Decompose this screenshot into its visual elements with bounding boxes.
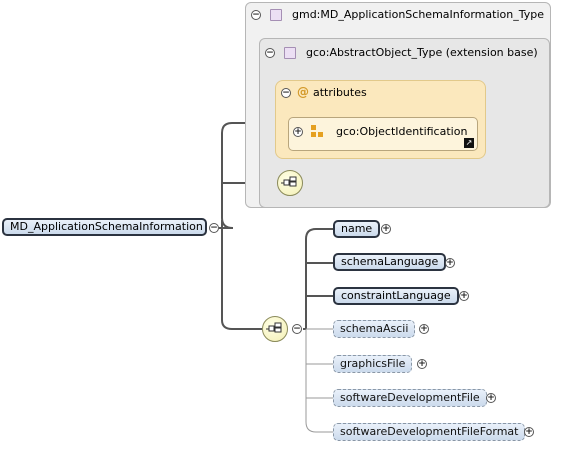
complex-type-icon	[270, 9, 282, 21]
complex-type-collapse-toggle[interactable]: −	[251, 10, 261, 20]
element-schemaLanguage[interactable]: schemaLanguage	[333, 253, 447, 271]
sequence-compositor-icon	[266, 322, 282, 333]
complex-type-title: gmd:MD_ApplicationSchemaInformation_Type	[292, 8, 544, 21]
complex-type-icon	[284, 47, 296, 59]
element-softwareDevelopmentFileFormat-expand-toggle[interactable]: +	[524, 427, 534, 437]
attribute-group-expand-toggle[interactable]: +	[293, 127, 303, 137]
element-schemaAscii-expand-toggle[interactable]: +	[419, 324, 429, 334]
element-schemaLanguage-expand-toggle[interactable]: +	[445, 258, 455, 268]
root-element[interactable]: MD_ApplicationSchemaInformation	[2, 218, 207, 236]
main-sequence-compositor[interactable]	[262, 316, 288, 342]
sequence-collapse-toggle[interactable]: −	[292, 324, 302, 334]
attribute-at-icon: @	[297, 85, 309, 99]
element-softwareDevelopmentFile-expand-toggle[interactable]: +	[486, 393, 496, 403]
element-graphicsFile[interactable]: graphicsFile	[333, 355, 413, 373]
attribute-group-label: gco:ObjectIdentification	[336, 125, 468, 138]
attributes-label: attributes	[313, 86, 367, 99]
element-name-expand-toggle[interactable]: +	[381, 224, 391, 234]
root-collapse-toggle[interactable]: −	[209, 223, 219, 233]
external-link-icon[interactable]: ↗	[464, 138, 474, 148]
element-graphicsFile-expand-toggle[interactable]: +	[417, 359, 427, 369]
element-schemaAscii[interactable]: schemaAscii	[333, 320, 416, 338]
element-name[interactable]: name	[333, 220, 381, 238]
element-softwareDevelopmentFileFormat[interactable]: softwareDevelopmentFileFormat	[333, 423, 526, 441]
extension-base-collapse-toggle[interactable]: −	[265, 48, 275, 58]
element-constraintLanguage-expand-toggle[interactable]: +	[459, 291, 469, 301]
element-softwareDevelopmentFile[interactable]: softwareDevelopmentFile	[333, 389, 487, 407]
extension-sequence-compositor[interactable]	[277, 170, 303, 196]
attributes-collapse-toggle[interactable]: −	[281, 88, 291, 98]
sequence-compositor-icon	[281, 176, 297, 187]
attribute-group-icon	[311, 125, 323, 137]
element-constraintLanguage[interactable]: constraintLanguage	[333, 287, 459, 305]
extension-base-title: gco:AbstractObject_Type (extension base)	[306, 46, 538, 59]
